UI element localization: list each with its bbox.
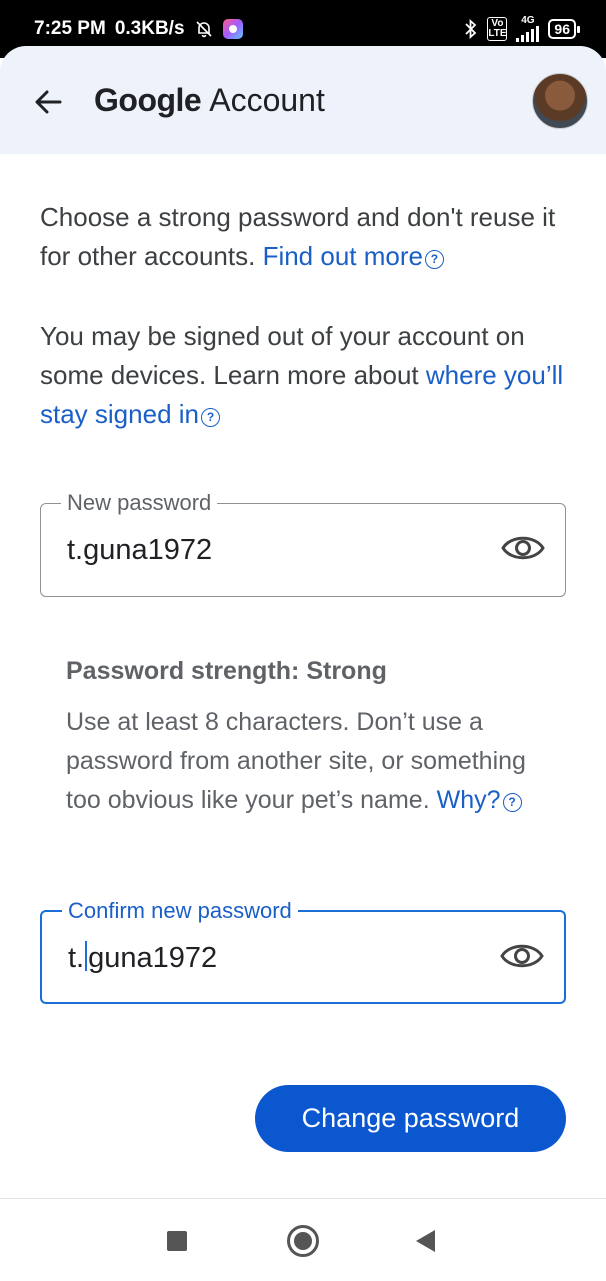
google-logo-text: Google: [94, 82, 202, 118]
bluetooth-icon: [465, 19, 477, 39]
bell-muted-icon: [195, 21, 212, 38]
status-time: 7:25 PM: [34, 18, 106, 39]
app-notification-icon: [222, 19, 243, 39]
navigation-bar: [0, 1198, 606, 1281]
confirm-value-after-caret: guna1972: [88, 942, 218, 974]
battery-indicator: 96: [548, 19, 580, 39]
account-title-text: Account: [209, 82, 325, 118]
help-circle-icon[interactable]: ?: [502, 793, 522, 812]
app-bar: Google Account: [0, 46, 606, 154]
signal-indicator: 4G: [516, 15, 540, 42]
change-password-button[interactable]: Change password: [255, 1085, 566, 1152]
avatar[interactable]: [532, 73, 588, 129]
confirm-password-field[interactable]: Confirm new password t. guna1972: [40, 897, 566, 1004]
find-out-more-link[interactable]: Find out more: [263, 241, 423, 271]
show-password-eye-icon[interactable]: [501, 532, 545, 564]
signal-icon: [516, 26, 540, 42]
new-password-input[interactable]: t.guna1972: [67, 530, 212, 570]
network-type-label: 4G: [521, 15, 535, 26]
new-password-label: New password: [61, 489, 218, 517]
status-speed: 0.3KB/s: [114, 18, 185, 39]
volte-indicator: Vo LTE: [487, 17, 508, 41]
password-strength-title: Password strength: Strong: [66, 657, 387, 685]
intro-paragraph: Choose a strong password and don't reuse…: [40, 198, 580, 276]
signout-notice-paragraph: You may be signed out of your account on…: [40, 317, 580, 434]
help-circle-icon[interactable]: ?: [200, 408, 220, 427]
back-triangle-icon[interactable]: [416, 1230, 435, 1252]
show-password-eye-icon[interactable]: [500, 940, 544, 972]
home-circle-icon[interactable]: [287, 1225, 319, 1257]
confirm-value-before-caret: t.: [68, 942, 85, 974]
password-strength-hint: Use at least 8 characters. Don’t use a p…: [66, 703, 546, 820]
back-arrow-icon[interactable]: [32, 86, 64, 118]
help-circle-icon[interactable]: ?: [424, 250, 444, 269]
confirm-password-input[interactable]: t. guna1972: [68, 938, 217, 978]
text-caret: [85, 941, 88, 971]
recents-square-icon[interactable]: [167, 1231, 187, 1251]
new-password-field[interactable]: New password t.guna1972: [40, 489, 566, 597]
page-title: Google Account: [94, 82, 325, 119]
why-link[interactable]: Why?: [437, 786, 501, 814]
confirm-password-label: Confirm new password: [62, 897, 298, 925]
